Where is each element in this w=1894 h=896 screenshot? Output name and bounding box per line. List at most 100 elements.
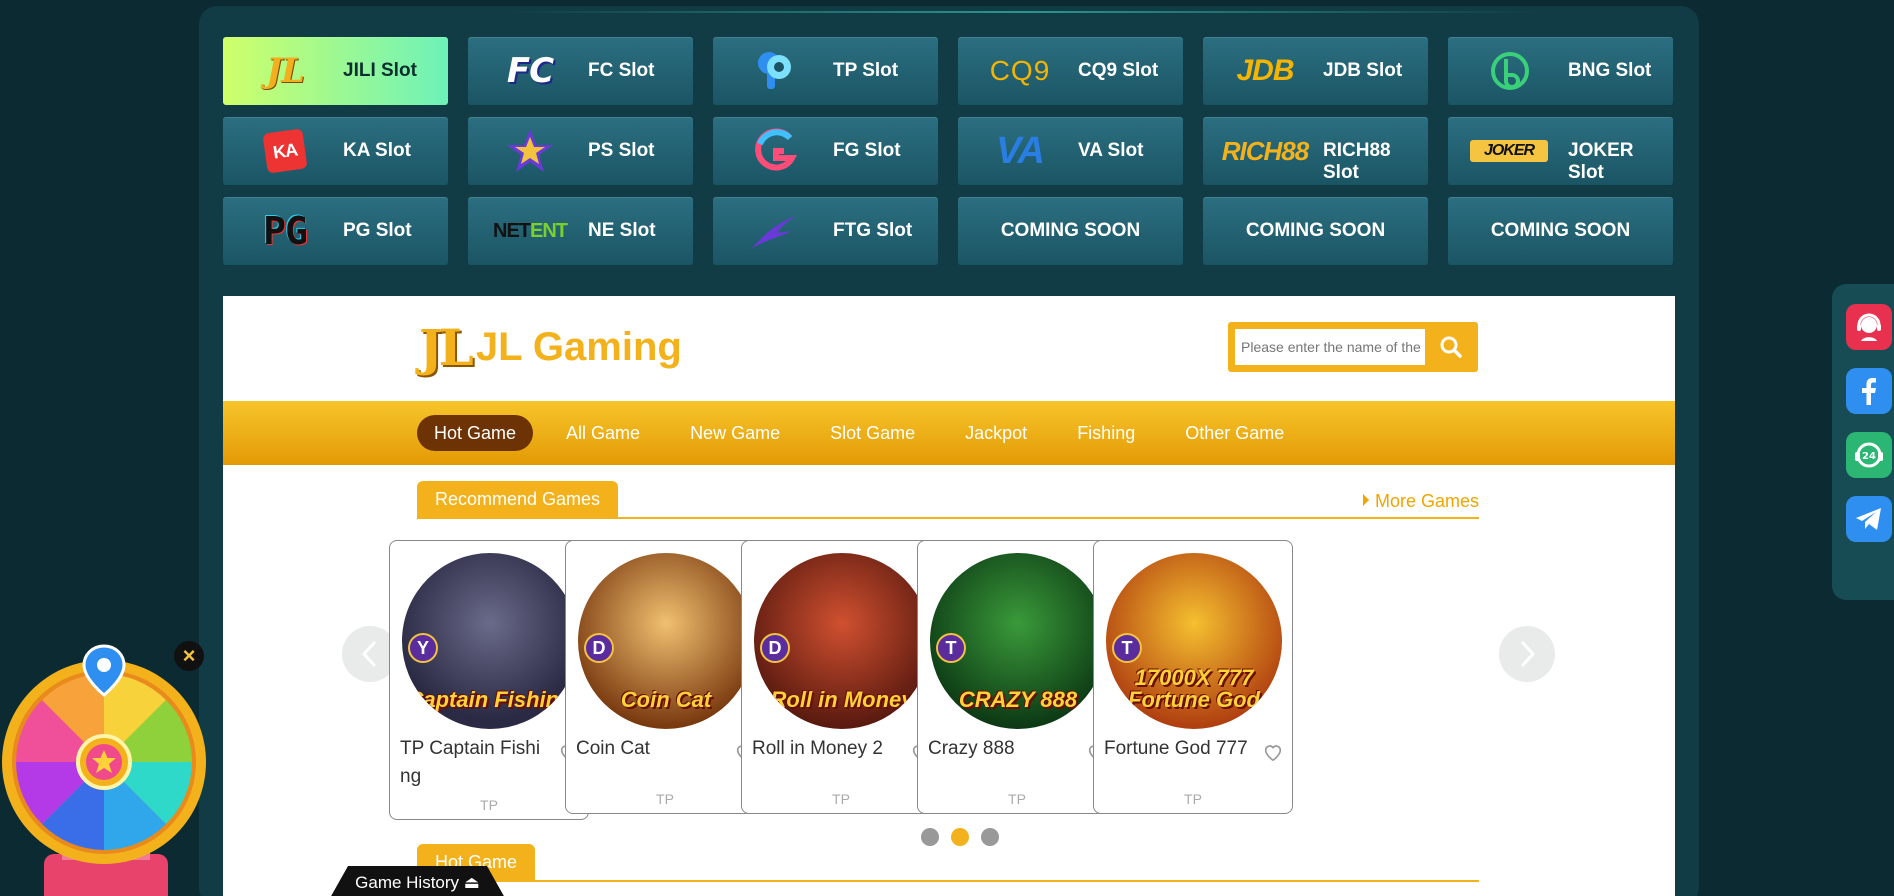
lucky-wheel-widget[interactable] (0, 634, 210, 896)
top-panel: JL JILI Slot FC FC Slot TP Slot CQ9 CQ9 Slot JD… (199, 6, 1699, 896)
ftg-logo-icon (751, 215, 797, 249)
service-24h-button[interactable]: 24 (1846, 432, 1892, 478)
provider-label: FC Slot (588, 60, 655, 81)
more-games-link[interactable]: More Games (1362, 491, 1479, 512)
provider-logo (482, 127, 578, 175)
provider-button-9[interactable]: VA VA Slot (958, 117, 1183, 185)
provider-logo: JOKER (1470, 140, 1548, 162)
fg-logo-icon (755, 128, 798, 171)
favorite-heart-icon[interactable] (1262, 741, 1284, 763)
nav-tab-fishing[interactable]: Fishing (1060, 415, 1152, 451)
customer-service-button[interactable] (1846, 304, 1892, 350)
game-thumbnail: CRAZY 888 T (930, 553, 1106, 729)
game-badge: Y (408, 633, 438, 663)
chevron-left-icon (361, 640, 377, 668)
provider-logo: NET ENT (482, 207, 578, 255)
bng-logo-icon (1491, 52, 1529, 90)
support-agent-icon (1857, 313, 1881, 341)
site-logo[interactable]: JL JL Gaming (419, 318, 682, 377)
provider-logo: CQ9 (989, 55, 1051, 86)
game-thumbnail: Captain Fishing Y (402, 553, 578, 729)
site-logo-mark: JL (419, 318, 474, 377)
game-card[interactable]: 17000X 777 Fortune God T Fortune God 777 TP (1093, 540, 1293, 814)
search-icon (1440, 336, 1462, 358)
provider-button-1[interactable]: FC FC Slot (468, 37, 693, 105)
provider-logo: RICH88 (1221, 135, 1309, 166)
game-badge: T (936, 633, 966, 663)
provider-button-4[interactable]: JDB JDB Slot (1203, 37, 1428, 105)
game-provider: TP (656, 791, 674, 807)
game-card[interactable]: Roll in Money D Roll in Money 2 TP (741, 540, 941, 814)
close-wheel-button[interactable]: × (174, 641, 204, 671)
tp-logo-icon (758, 52, 791, 89)
game-card[interactable]: CRAZY 888 T Crazy 888 TP (917, 540, 1117, 814)
game-art-title: Roll in Money (770, 687, 914, 712)
game-name: Crazy 888 (928, 738, 1015, 759)
game-art-title: Captain Fishing (407, 687, 573, 712)
recommend-header: Recommend Games More Games (417, 481, 1479, 519)
provider-button-12[interactable]: PG PG Slot (223, 197, 448, 265)
search-button[interactable] (1431, 330, 1471, 364)
provider-button-2[interactable]: TP Slot (713, 37, 938, 105)
provider-label: COMING SOON (1000, 220, 1141, 241)
game-provider: TP (480, 797, 498, 813)
search-input[interactable] (1235, 329, 1425, 365)
provider-logo: PG (263, 209, 308, 253)
provider-button-11[interactable]: JOKER JOKER Slot (1448, 117, 1673, 185)
triangle-right-icon (1362, 494, 1369, 506)
hot-game-header: Hot Game (417, 844, 1479, 882)
provider-button-17[interactable]: COMING SOON (1448, 197, 1673, 265)
provider-button-13[interactable]: NET ENT NE Slot (468, 197, 693, 265)
provider-button-10[interactable]: RICH88 RICH88 Slot (1203, 117, 1428, 185)
nav-tab-other-game[interactable]: Other Game (1168, 415, 1301, 451)
provider-button-3[interactable]: CQ9 CQ9 Slot (958, 37, 1183, 105)
provider-button-5[interactable]: BNG Slot (1448, 37, 1673, 105)
provider-logo: VA (996, 129, 1045, 172)
provider-label: TP Slot (833, 60, 899, 81)
provider-label: JDB Slot (1323, 60, 1403, 81)
game-provider: TP (832, 791, 850, 807)
carousel-next-button[interactable] (1499, 626, 1555, 682)
telegram-button[interactable] (1846, 496, 1892, 542)
game-card[interactable]: Captain Fishing Y TP Captain Fishing TP (389, 540, 589, 820)
game-name: Roll in Money 2 (752, 738, 883, 759)
24h-service-icon: 24 (1855, 442, 1883, 468)
game-provider: TP (1184, 791, 1202, 807)
search-box (1228, 322, 1478, 372)
provider-button-16[interactable]: COMING SOON (1203, 197, 1428, 265)
game-thumbnail: 17000X 777 Fortune God T (1106, 553, 1282, 729)
provider-button-7[interactable]: PS Slot (468, 117, 693, 185)
provider-logo (727, 127, 823, 175)
provider-button-6[interactable]: KA KA Slot (223, 117, 448, 185)
game-thumbnail: Roll in Money D (754, 553, 930, 729)
nav-items: Hot Game All Game New Game Slot Game Jackpot… (417, 415, 1317, 451)
netent-logo-ent: ENT (530, 219, 568, 242)
provider-logo: FC (506, 51, 554, 91)
game-history-tab[interactable]: Game History ⏏ (330, 866, 505, 896)
nav-tab-hot-game[interactable]: Hot Game (417, 415, 534, 451)
game-card[interactable]: Coin Cat D Coin Cat TP (565, 540, 765, 814)
provider-grid: JL JILI Slot FC FC Slot TP Slot CQ9 CQ9 Slot JD… (223, 37, 1673, 265)
facebook-button[interactable] (1846, 368, 1892, 414)
more-games-label: More Games (1374, 491, 1479, 511)
nav-tab-jackpot[interactable]: Jackpot (948, 415, 1044, 451)
content-area: JL JL Gaming Hot Game All Game New Game Slo… (223, 296, 1675, 896)
provider-button-0[interactable]: JL JILI Slot (223, 37, 448, 105)
provider-button-8[interactable]: FG Slot (713, 117, 938, 185)
nav-tab-new-game[interactable]: New Game (673, 415, 797, 451)
nav-tab-slot-game[interactable]: Slot Game (813, 415, 932, 451)
provider-logo (727, 207, 823, 255)
nav-tab-all-game[interactable]: All Game (549, 415, 657, 451)
game-badge: T (1112, 633, 1142, 663)
provider-button-14[interactable]: FTG Slot (713, 197, 938, 265)
provider-label: PG Slot (343, 220, 412, 241)
game-art-title: 17000X 777 Fortune God (1128, 665, 1260, 712)
facebook-icon (1862, 378, 1876, 405)
svg-text:24: 24 (1862, 451, 1876, 462)
provider-logo (1462, 47, 1558, 95)
game-name: Coin Cat (576, 738, 650, 759)
provider-button-15[interactable]: COMING SOON (958, 197, 1183, 265)
provider-label: COMING SOON (1490, 220, 1631, 241)
provider-label: NE Slot (588, 220, 656, 241)
recommend-title: Recommend Games (417, 481, 619, 517)
